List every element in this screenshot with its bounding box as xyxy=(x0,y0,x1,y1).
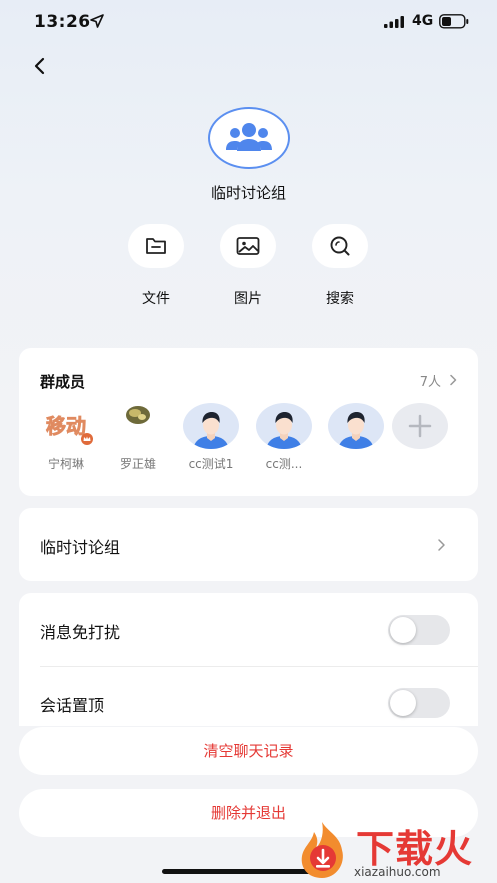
member-item[interactable]: 移动 宁柯琳 xyxy=(29,403,103,472)
plus-icon xyxy=(408,414,432,438)
member-item[interactable] xyxy=(319,403,393,455)
member-avatar-image: 移动 xyxy=(46,414,93,445)
group-avatar xyxy=(208,107,290,169)
mute-label: 消息免打扰 xyxy=(40,623,121,642)
folder-icon xyxy=(146,238,166,254)
avatar xyxy=(183,403,239,449)
image-icon xyxy=(236,237,260,255)
flame-logo-icon xyxy=(301,822,343,878)
watermark-site: xiazaihuo.com xyxy=(354,865,441,879)
member-item[interactable]: cc测试1 xyxy=(174,403,248,472)
member-item[interactable]: 罗正雄 xyxy=(101,403,175,472)
chevron-right-icon xyxy=(438,539,445,551)
person-avatar-icon xyxy=(338,412,374,449)
back-button[interactable] xyxy=(26,52,54,80)
member-name: cc测试1 xyxy=(188,457,234,471)
group-name-row[interactable]: 临时讨论组 xyxy=(19,508,478,581)
person-avatar-icon xyxy=(193,412,229,449)
chevron-left-icon xyxy=(34,57,45,75)
members-title: 群成员 xyxy=(40,373,86,391)
avatar: 移动 xyxy=(38,403,94,449)
files-button[interactable] xyxy=(128,224,184,268)
pin-label: 会话置顶 xyxy=(40,696,105,715)
member-item[interactable]: cc测... xyxy=(247,403,321,472)
member-name: 宁柯琳 xyxy=(47,457,84,471)
toggle-knob xyxy=(390,690,416,716)
status-bar: 13:26 4G xyxy=(0,0,497,44)
images-label: 图片 xyxy=(234,291,262,307)
search-button[interactable] xyxy=(312,224,368,268)
group-name: 临时讨论组 xyxy=(210,184,286,202)
network-label: 4G xyxy=(412,13,434,29)
clear-history-button[interactable]: 清空聊天记录 xyxy=(19,727,478,775)
divider xyxy=(40,666,478,667)
add-member-circle[interactable] xyxy=(392,403,448,449)
member-name: 罗正雄 xyxy=(119,457,156,471)
search-icon xyxy=(330,236,350,256)
pin-toggle[interactable] xyxy=(388,688,450,718)
toggle-knob xyxy=(390,617,416,643)
avatar-badge-text: 移动 xyxy=(46,414,86,438)
avatar xyxy=(256,403,312,449)
member-avatar-image xyxy=(126,406,150,424)
search-label: 搜索 xyxy=(326,291,354,307)
chevron-right-icon[interactable] xyxy=(448,374,458,386)
group-name-row-label: 临时讨论组 xyxy=(40,538,121,557)
members-count[interactable]: 7人 xyxy=(420,371,441,390)
member-name: cc测... xyxy=(265,457,303,471)
person-avatar-icon xyxy=(266,412,302,449)
signal-icon xyxy=(384,16,404,28)
avatar xyxy=(110,403,166,449)
avatar xyxy=(328,403,384,449)
add-member-button[interactable] xyxy=(392,403,466,449)
images-button[interactable] xyxy=(220,224,276,268)
location-arrow-icon xyxy=(90,14,104,28)
status-time: 13:26 xyxy=(34,12,91,32)
settings-card: 消息免打扰 会话置顶 xyxy=(19,593,478,726)
battery-icon xyxy=(439,14,469,29)
watermark: 下载火 xiazaihuo.com xyxy=(292,818,497,883)
mute-toggle[interactable] xyxy=(388,615,450,645)
files-label: 文件 xyxy=(142,291,170,307)
members-card: 群成员 7人 移动 宁柯琳 罗正雄 cc测试1 cc测... xyxy=(19,348,478,496)
group-people-icon xyxy=(226,123,272,151)
